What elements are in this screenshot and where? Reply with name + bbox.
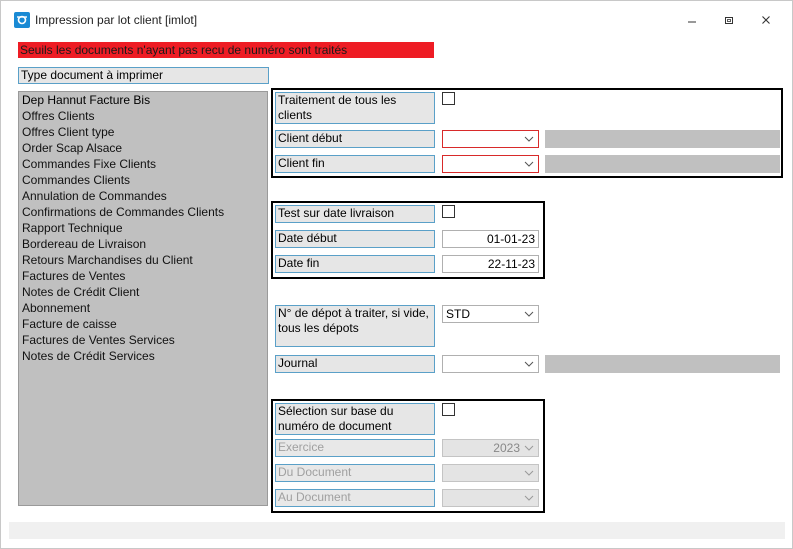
test-delivery-date-checkbox[interactable] bbox=[442, 205, 455, 218]
exercice-label: Exercice bbox=[275, 439, 435, 457]
maximize-button[interactable] bbox=[714, 9, 744, 31]
close-button[interactable] bbox=[751, 9, 781, 31]
list-item[interactable]: Factures de Ventes bbox=[19, 268, 267, 284]
list-item[interactable]: Order Scap Alsace bbox=[19, 140, 267, 156]
docnum-selection-label: Sélection sur base du numéro de document bbox=[275, 403, 435, 435]
depot-label: N° de dépot à traiter, si vide, tous les… bbox=[275, 305, 435, 347]
chevron-down-icon bbox=[524, 161, 534, 167]
date-end-input[interactable]: 22-11-23 bbox=[442, 255, 539, 273]
date-start-input[interactable]: 01-01-23 bbox=[442, 230, 539, 248]
document-type-list[interactable]: Dep Hannut Facture Bis Offres Clients Offr… bbox=[18, 91, 268, 506]
date-end-label: Date fin bbox=[275, 255, 435, 273]
list-item[interactable]: Offres Clients bbox=[19, 108, 267, 124]
list-item[interactable]: Dep Hannut Facture Bis bbox=[19, 92, 267, 108]
exercice-value: 2023 bbox=[493, 441, 520, 455]
exercice-select[interactable]: 2023 bbox=[442, 439, 539, 457]
list-item[interactable]: Abonnement bbox=[19, 300, 267, 316]
minimize-icon bbox=[688, 21, 696, 23]
close-icon bbox=[762, 16, 770, 24]
list-item[interactable]: Annulation de Commandes bbox=[19, 188, 267, 204]
client-start-select[interactable] bbox=[442, 130, 539, 148]
list-item[interactable]: Retours Marchandises du Client bbox=[19, 252, 267, 268]
chevron-down-icon bbox=[524, 470, 534, 476]
doc-from-select[interactable] bbox=[442, 464, 539, 482]
chevron-down-icon bbox=[524, 495, 534, 501]
docnum-selection-checkbox[interactable] bbox=[442, 403, 455, 416]
all-clients-checkbox[interactable] bbox=[442, 92, 455, 105]
doc-from-label: Du Document bbox=[275, 464, 435, 482]
window-title: Impression par lot client [imlot] bbox=[35, 13, 198, 27]
doc-to-select[interactable] bbox=[442, 489, 539, 507]
list-item[interactable]: Confirmations de Commandes Clients bbox=[19, 204, 267, 220]
chevron-down-icon bbox=[524, 311, 534, 317]
list-item[interactable]: Offres Client type bbox=[19, 124, 267, 140]
list-item[interactable]: Factures de Ventes Services bbox=[19, 332, 267, 348]
app-window: Impression par lot client [imlot] Seuils… bbox=[0, 0, 793, 549]
depot-value: STD bbox=[446, 307, 470, 321]
depot-select[interactable]: STD bbox=[442, 305, 539, 323]
list-item[interactable]: Notes de Crédit Client bbox=[19, 284, 267, 300]
list-item[interactable]: Commandes Fixe Clients bbox=[19, 156, 267, 172]
chevron-down-icon bbox=[524, 361, 534, 367]
doctype-label: Type document à imprimer bbox=[18, 67, 269, 84]
list-item[interactable]: Rapport Technique bbox=[19, 220, 267, 236]
list-item[interactable]: Commandes Clients bbox=[19, 172, 267, 188]
all-clients-label: Traitement de tous les clients bbox=[275, 92, 435, 124]
chevron-down-icon bbox=[524, 136, 534, 142]
journal-name bbox=[545, 355, 780, 373]
journal-select[interactable] bbox=[442, 355, 539, 373]
restore-icon bbox=[725, 17, 733, 24]
list-item[interactable]: Facture de caisse bbox=[19, 316, 267, 332]
test-delivery-date-label: Test sur date livraison bbox=[275, 205, 435, 223]
doc-to-label: Au Document bbox=[275, 489, 435, 507]
list-item[interactable]: Notes de Crédit Services bbox=[19, 348, 267, 364]
warning-banner: Seuils les documents n'ayant pas recu de… bbox=[18, 42, 434, 58]
chevron-down-icon bbox=[524, 445, 534, 451]
minimize-button[interactable] bbox=[677, 9, 707, 31]
date-start-label: Date début bbox=[275, 230, 435, 248]
app-icon bbox=[14, 12, 30, 28]
client-end-select[interactable] bbox=[442, 155, 539, 173]
client-start-label: Client début bbox=[275, 130, 435, 148]
client-end-label: Client fin bbox=[275, 155, 435, 173]
client-start-name bbox=[545, 130, 780, 148]
status-bar bbox=[9, 522, 785, 539]
list-item[interactable]: Bordereau de Livraison bbox=[19, 236, 267, 252]
client-end-name bbox=[545, 155, 780, 173]
journal-label: Journal bbox=[275, 355, 435, 373]
